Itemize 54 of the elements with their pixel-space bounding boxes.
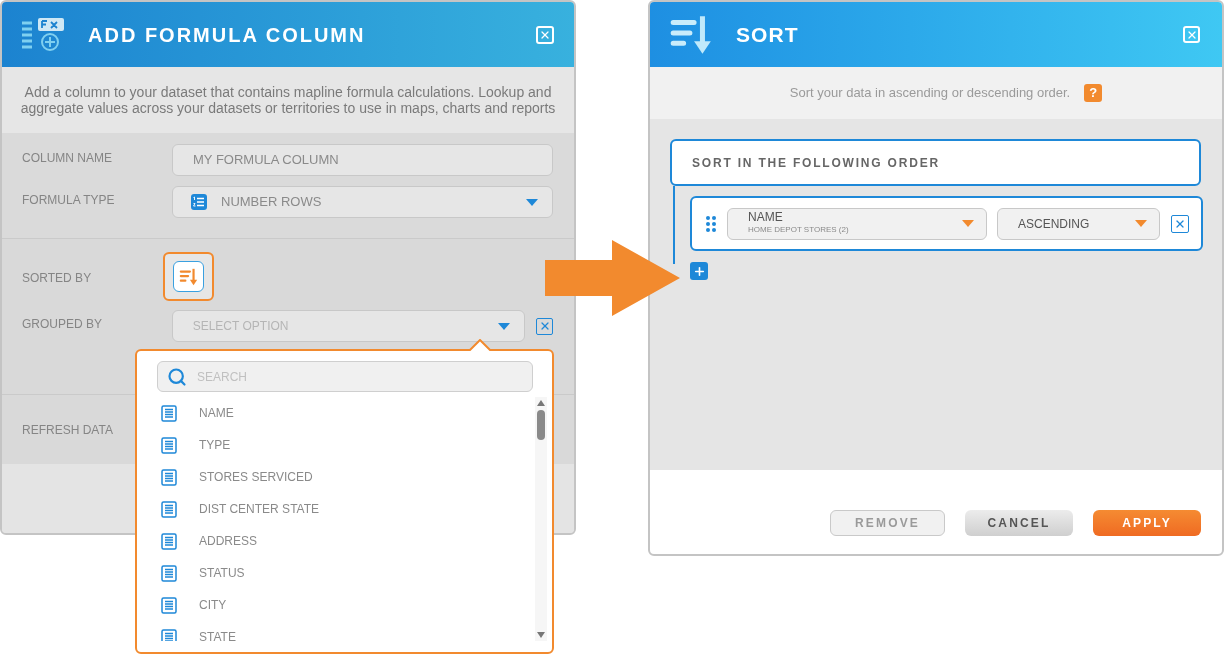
document-icon <box>161 468 177 486</box>
caret-icon <box>498 322 511 330</box>
document-icon <box>161 564 177 582</box>
sort-field-select[interactable]: NAME HOME DEPOT STORES (2) <box>727 207 987 240</box>
formula-column-icon <box>20 16 66 53</box>
dialog-description: Sort your data in ascending or descending order. <box>789 84 1071 103</box>
remove-button[interactable]: REMOVE <box>830 510 945 536</box>
field-label: COLUMN NAME <box>22 149 113 167</box>
field-label: FORMULA TYPE <box>22 191 116 209</box>
arrow-icon <box>545 240 680 316</box>
sort-button[interactable] <box>163 252 214 301</box>
document-icon <box>161 532 177 550</box>
scroll-down-icon[interactable] <box>537 632 545 638</box>
apply-button[interactable]: APPLY <box>1093 510 1201 536</box>
sort-icon <box>173 261 204 292</box>
scrollbar-thumb[interactable] <box>537 410 545 440</box>
field-label: SORTED BY <box>22 270 93 287</box>
document-icon <box>161 500 177 518</box>
option-item[interactable]: STATE <box>137 621 535 641</box>
clear-icon[interactable] <box>536 317 553 335</box>
option-item[interactable]: ADDRESS <box>137 525 535 557</box>
help-badge[interactable]: ? <box>1084 84 1103 102</box>
search-icon <box>167 366 187 387</box>
option-item[interactable]: TYPE <box>137 429 535 461</box>
remove-icon[interactable] <box>1171 214 1189 233</box>
document-icon <box>161 436 177 454</box>
column-name-field[interactable]: MY FORMULA COLUMN <box>172 144 553 176</box>
cancel-button[interactable]: CANCEL <box>965 510 1073 536</box>
option-item[interactable]: DIST CENTER STATE <box>137 493 535 525</box>
numbered-list-icon <box>191 194 207 210</box>
caret-icon <box>526 198 538 206</box>
document-icon <box>161 628 177 641</box>
close-icon[interactable] <box>1183 26 1200 43</box>
scroll-up-icon[interactable] <box>537 400 545 406</box>
caret-icon <box>962 220 974 227</box>
dialog-title: ADD FORMULA COLUMN <box>88 22 366 48</box>
document-icon <box>161 404 177 422</box>
sort-direction-select[interactable]: ASCENDING <box>997 207 1160 240</box>
field-label: REFRESH DATA <box>22 421 113 439</box>
formula-type-select[interactable]: NUMBER ROWS <box>172 186 553 218</box>
option-item[interactable]: STORES SERVICED <box>137 461 535 493</box>
option-item[interactable]: NAME <box>137 397 535 429</box>
plus-icon <box>692 264 706 278</box>
section-title: SORT IN THE FOLLOWING ORDER <box>692 154 940 172</box>
drag-handle-icon[interactable] <box>706 215 716 232</box>
dialog-title: SORT <box>736 21 799 48</box>
caret-icon <box>1135 220 1147 227</box>
option-item[interactable]: CITY <box>137 589 535 621</box>
close-icon[interactable] <box>536 25 554 44</box>
add-rule-button[interactable] <box>690 262 708 280</box>
document-icon <box>161 596 177 614</box>
option-item[interactable]: STATUS <box>137 557 535 589</box>
dialog-description: Add a column to your dataset that contains mapline formula calculations. Lookup and aggregate values across your datasets or territories to use in maps, charts and reports <box>19 84 557 116</box>
field-label: GROUPED BY <box>22 315 103 333</box>
